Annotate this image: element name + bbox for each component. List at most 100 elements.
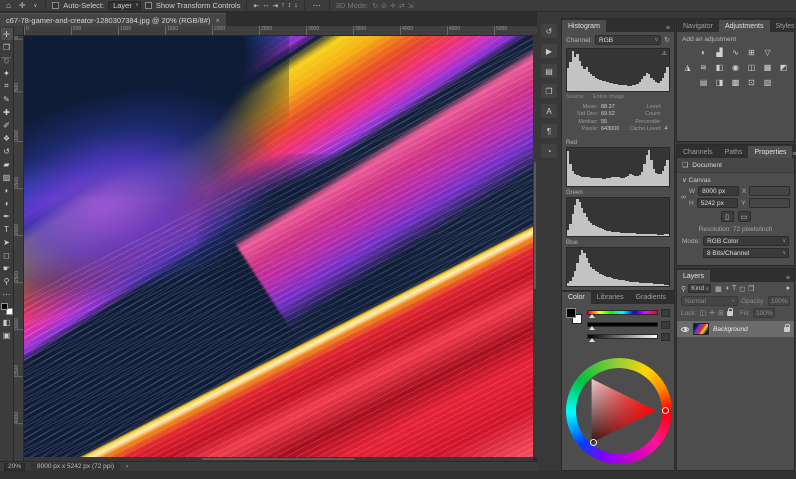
sb-cursor[interactable] (590, 439, 597, 446)
align-center-h-icon[interactable]: ↔ (262, 2, 269, 10)
ruler-horizontal[interactable]: 0500100015002000250030003500400045005000 (24, 26, 537, 36)
filter-adjustment-icon[interactable]: ◑ (725, 285, 729, 293)
search-icon[interactable]: ⚲ (681, 285, 686, 293)
blend-mode-dropdown[interactable]: Normal (681, 296, 738, 306)
color-mode-dropdown[interactable]: RGB Color (703, 236, 789, 246)
marquee-tool[interactable]: ❒ (1, 41, 13, 53)
align-left-icon[interactable]: ⇤ (253, 2, 259, 10)
tool-preset-caret-icon[interactable]: ∨ (32, 3, 40, 9)
channel-dropdown[interactable]: RGB (595, 35, 661, 45)
invert-icon[interactable]: ◩ (778, 62, 790, 73)
panel-menu-icon[interactable]: ≡ (666, 25, 674, 32)
lock-transparency-icon[interactable]: ◫ (700, 309, 707, 317)
curves-icon[interactable]: ∿ (730, 47, 742, 58)
tab-layers[interactable]: Layers (677, 270, 710, 282)
brush-settings-icon[interactable]: ▤ (541, 64, 557, 78)
status-chevron-icon[interactable]: › (126, 463, 128, 470)
orientation-landscape-button[interactable]: ▭ (738, 211, 751, 222)
home-icon[interactable]: ⌂ (4, 1, 13, 10)
brightness-contrast-icon[interactable]: ◐ (698, 47, 710, 58)
source-value[interactable]: Entire Image (593, 94, 624, 100)
zoom-level-field[interactable]: 20% (4, 463, 25, 471)
lock-all-icon[interactable] (727, 311, 733, 316)
healing-brush-tool[interactable]: ✚ (1, 106, 13, 118)
pen-tool[interactable]: ✒ (1, 210, 13, 222)
path-selection-tool[interactable]: ➤ (1, 236, 13, 248)
lut-icon[interactable]: ▧ (762, 77, 774, 88)
clone-stamp-tool[interactable]: ❖ (1, 132, 13, 144)
crop-tool[interactable]: ⌗ (1, 80, 13, 92)
screen-mode-icon[interactable]: ▣ (1, 329, 13, 341)
foreground-color-swatch[interactable] (1, 303, 8, 310)
cached-data-warning-icon[interactable]: ⚠ (662, 50, 667, 57)
filter-shape-icon[interactable]: ◻ (739, 285, 745, 293)
brush-tool[interactable]: ✐ (1, 119, 13, 131)
layer-visibility-icon[interactable] (681, 327, 689, 332)
document-tab[interactable]: c67-78-gamer-and-creator-1280307384.jpg … (0, 13, 226, 26)
tab-adjustments[interactable]: Adjustments (719, 20, 770, 32)
tab-properties[interactable]: Properties (748, 146, 792, 158)
tab-paths[interactable]: Paths (719, 146, 749, 158)
refresh-histogram-icon[interactable]: ↻ (664, 36, 670, 44)
saturation-slider[interactable] (587, 322, 658, 327)
align-right-icon[interactable]: ⇥ (272, 2, 278, 10)
show-transform-checkbox[interactable] (145, 2, 152, 9)
opacity-field[interactable]: 100% (768, 296, 790, 306)
move-tool-icon[interactable]: ✛ (17, 1, 28, 10)
vibrance-icon[interactable]: ▽ (762, 47, 774, 58)
tab-styles[interactable]: Styles (770, 20, 796, 32)
levels-icon[interactable]: ▟ (714, 47, 726, 58)
hand-tool[interactable]: ☛ (1, 262, 13, 274)
width-field[interactable]: 8000 px (698, 186, 739, 196)
history-brush-tool[interactable]: ↺ (1, 145, 13, 157)
filter-type-icon[interactable]: T (732, 285, 736, 293)
close-tab-icon[interactable]: × (215, 16, 220, 25)
layer-row-background[interactable]: Background (677, 321, 794, 337)
dodge-tool[interactable]: ◖ (1, 197, 13, 209)
zoom-tool[interactable]: ⚲ (1, 275, 13, 287)
shape-tool[interactable]: ◻ (1, 249, 13, 261)
filter-smart-icon[interactable]: ❐ (748, 285, 754, 293)
object-selection-tool[interactable]: ✦ (1, 67, 13, 79)
brightness-value-field[interactable] (661, 333, 670, 341)
lock-pixels-icon[interactable]: ✛ (709, 309, 715, 317)
ruler-origin-corner[interactable] (14, 26, 24, 36)
brightness-slider[interactable] (587, 334, 658, 339)
hue-value-field[interactable] (661, 309, 670, 317)
filter-kind-dropdown[interactable]: Kind (688, 284, 711, 293)
layer-thumbnail[interactable] (693, 323, 709, 335)
quick-mask-icon[interactable]: ◧ (1, 316, 13, 328)
character-icon[interactable]: A (541, 104, 557, 118)
panel-menu-icon[interactable]: ≡ (792, 151, 796, 158)
ruler-vertical[interactable]: 05001000150020002500300035004000 (14, 36, 24, 461)
saturation-value-field[interactable] (661, 321, 670, 329)
fill-field[interactable]: 100% (753, 308, 775, 318)
posterize-icon[interactable]: ▤ (698, 77, 710, 88)
exposure-icon[interactable]: ⊞ (746, 47, 758, 58)
move-tool[interactable]: ✛ (1, 28, 13, 40)
hue-cursor[interactable] (662, 407, 669, 414)
photo-filter-icon[interactable]: ◉ (730, 62, 742, 73)
type-tool[interactable]: T (1, 223, 13, 235)
height-field[interactable]: 5242 px (697, 198, 738, 208)
actions-icon[interactable]: ▶ (541, 44, 557, 58)
edit-toolbar[interactable]: ⋯ (1, 288, 13, 300)
threshold-icon[interactable]: ◨ (714, 77, 726, 88)
bit-depth-dropdown[interactable]: 8 Bits/Channel (703, 248, 789, 258)
canvas-section-header[interactable]: ∨ Canvas (677, 173, 794, 185)
color-wheel[interactable] (566, 347, 672, 475)
tab-channels[interactable]: Channels (677, 146, 719, 158)
hue-slider[interactable] (587, 310, 658, 315)
tab-gradients[interactable]: Gradients (630, 292, 672, 304)
gradient-tool[interactable]: ▨ (1, 171, 13, 183)
paragraph-icon[interactable]: ¶ (541, 124, 557, 138)
lasso-tool[interactable]: ➰ (1, 54, 13, 66)
lock-position-icon[interactable]: ⊞ (718, 309, 724, 317)
canvas-image[interactable] (24, 36, 533, 457)
gradient-map-icon[interactable]: ▩ (730, 77, 742, 88)
history-icon[interactable]: ↺ (541, 24, 557, 38)
link-dimensions-icon[interactable]: ∞ (681, 194, 686, 201)
tab-color[interactable]: Color (562, 292, 591, 304)
selective-color-icon[interactable]: ⊡ (746, 77, 758, 88)
eraser-tool[interactable]: ▰ (1, 158, 13, 170)
